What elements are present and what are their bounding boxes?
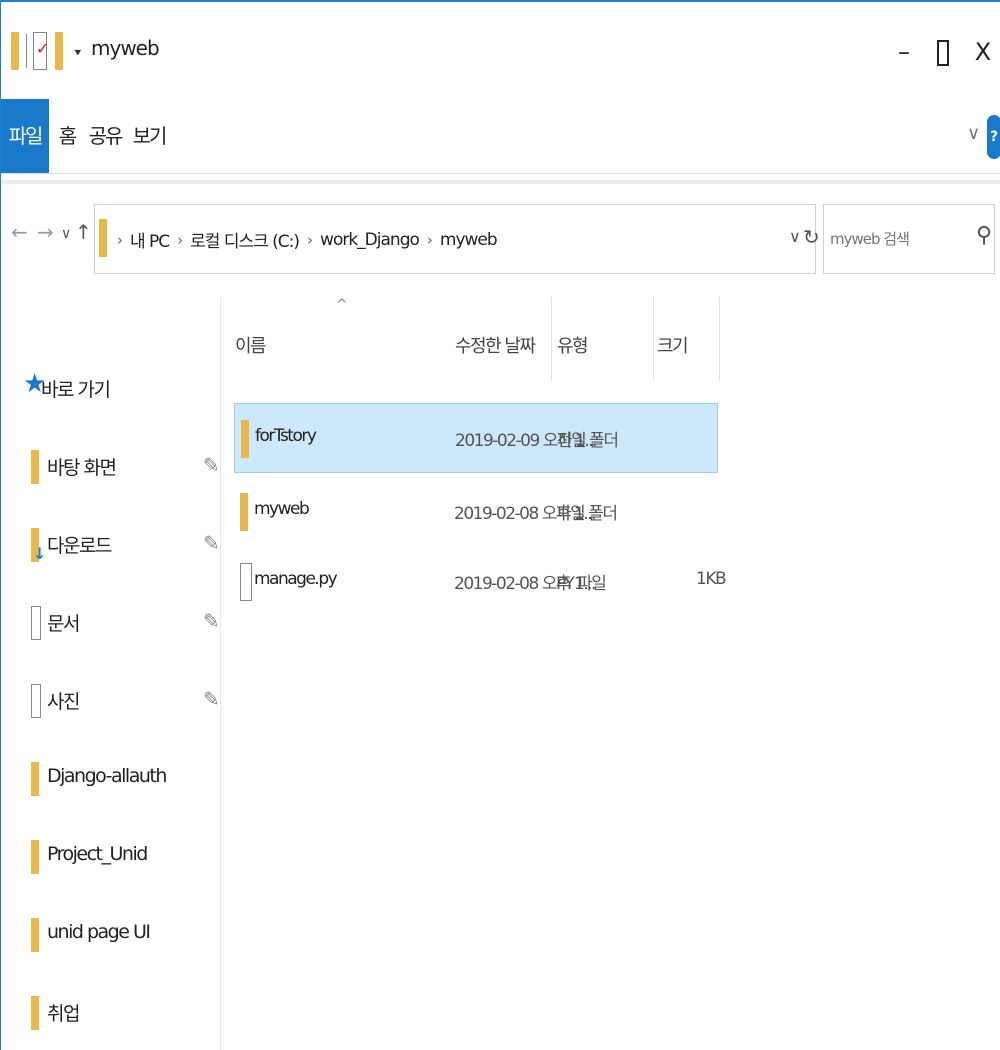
- column-header-size[interactable]: 크기: [657, 332, 689, 358]
- expand-ribbon-button[interactable]: ∨: [967, 123, 980, 144]
- column-header-modified[interactable]: 수정한 날짜: [455, 332, 536, 358]
- back-button[interactable]: ←: [11, 220, 28, 244]
- column-header-name[interactable]: 이름: [235, 332, 267, 358]
- file-row-fortstory[interactable]: forTstory 2019-02-09 오전 1... 파일 폴더: [234, 403, 718, 473]
- pin-icon[interactable]: ✎: [203, 453, 220, 477]
- chevron-right-icon[interactable]: ›: [427, 231, 433, 249]
- tab-share[interactable]: 공유: [87, 99, 124, 173]
- sort-ascending-icon: ^: [336, 297, 348, 313]
- picture-icon: [31, 684, 41, 718]
- file-type: 파일 폴더: [556, 504, 618, 524]
- sidebar-item-downloads[interactable]: ↓ 다운로드 ✎: [27, 525, 220, 565]
- folder-icon: [31, 762, 39, 796]
- folder-icon: [240, 493, 248, 531]
- properties-icon[interactable]: ✓: [33, 32, 49, 70]
- file-row-manage-py[interactable]: manage.py 2019-02-08 오후 1... PY 파일 1KB: [234, 547, 727, 617]
- breadcrumb-this-pc[interactable]: 내 PC: [130, 227, 170, 252]
- forward-button[interactable]: →: [37, 220, 54, 244]
- file-row-myweb[interactable]: myweb 2019-02-08 오후 1... 파일 폴더: [234, 477, 718, 547]
- file-type: PY 파일: [556, 574, 607, 594]
- sidebar-item-label: 문서: [47, 613, 80, 635]
- sidebar-item-employment[interactable]: 취업: [27, 993, 217, 1033]
- download-folder-icon: ↓: [31, 528, 46, 563]
- breadcrumb: › 내 PC › 로컬 디스크 (C:) › work_Django › myw…: [117, 227, 498, 253]
- pin-icon[interactable]: ✎: [203, 531, 220, 555]
- file-explorer-window: ✓ ⯆ myweb – X 파일 홈 공유 보기 ∨ ? ← → ∨ ↑ › 내…: [0, 0, 1000, 1050]
- search-input[interactable]: [830, 225, 970, 253]
- sidebar-item-pictures[interactable]: 사진 ✎: [27, 681, 220, 721]
- chevron-right-icon[interactable]: ›: [177, 231, 183, 249]
- sidebar-item-label: 사진: [47, 691, 80, 713]
- tab-home[interactable]: 홈: [53, 99, 81, 173]
- file-name: myweb: [254, 499, 310, 519]
- folder-icon: [31, 840, 39, 874]
- separator: [26, 34, 27, 68]
- sidebar-item-label: 바탕 화면: [47, 457, 117, 479]
- sidebar-item-desktop[interactable]: 바탕 화면 ✎: [27, 447, 220, 487]
- close-button[interactable]: X: [963, 32, 1000, 72]
- ribbon: 파일 홈 공유 보기 ∨ ?: [1, 99, 1000, 174]
- window-title: myweb: [91, 36, 160, 60]
- tab-file[interactable]: 파일: [1, 99, 49, 173]
- quick-access-toolbar-dropdown[interactable]: ⯆: [73, 46, 83, 61]
- tab-view[interactable]: 보기: [131, 99, 168, 173]
- sidebar-item-django-allauth[interactable]: Django-allauth: [27, 759, 217, 799]
- folder-icon: [99, 219, 107, 257]
- navigation-pane: ★ 바로 가기 바탕 화면 ✎ ↓ 다운로드 ✎ 문서 ✎ 사진 ✎ Djang…: [1, 297, 221, 1050]
- folder-icon: [31, 996, 39, 1030]
- column-divider[interactable]: [653, 297, 654, 381]
- navigation-bar: ← → ∨ ↑ › 내 PC › 로컬 디스크 (C:) › work_Djan…: [1, 202, 1000, 277]
- minimize-button[interactable]: –: [884, 32, 924, 72]
- sidebar-item-label: 다운로드: [47, 535, 112, 557]
- breadcrumb-local-disk[interactable]: 로컬 디스크 (C:): [190, 227, 300, 252]
- sidebar-item-quick-access[interactable]: ★ 바로 가기: [23, 369, 217, 409]
- sidebar-item-label: 바로 가기: [41, 379, 111, 401]
- pin-icon[interactable]: ✎: [203, 687, 220, 711]
- desktop-folder-icon: [31, 450, 39, 484]
- breadcrumb-work-django[interactable]: work_Django: [320, 230, 420, 250]
- column-headers: ^ 이름 수정한 날짜 유형 크기: [221, 297, 721, 382]
- sidebar-item-label: 취업: [47, 1003, 80, 1025]
- refresh-button[interactable]: ↻: [803, 225, 820, 249]
- column-divider[interactable]: [551, 297, 552, 381]
- sidebar-item-unid-page-ui[interactable]: unid page UI: [27, 915, 217, 955]
- chevron-right-icon[interactable]: ›: [307, 231, 313, 249]
- maximize-icon: [937, 40, 949, 66]
- folder-icon[interactable]: [11, 32, 19, 70]
- sidebar-item-documents[interactable]: 문서 ✎: [27, 603, 220, 643]
- sidebar-item-label: Project_Unid: [47, 843, 148, 865]
- sidebar-item-label: unid page UI: [47, 921, 151, 943]
- sidebar-item-project-unid[interactable]: Project_Unid: [27, 837, 217, 877]
- recent-locations-button[interactable]: ∨: [61, 226, 71, 242]
- folder-icon: [31, 918, 39, 952]
- column-divider[interactable]: [719, 297, 720, 381]
- file-name: manage.py: [254, 569, 338, 589]
- maximize-button[interactable]: [923, 32, 963, 72]
- breadcrumb-myweb[interactable]: myweb: [440, 230, 498, 250]
- divider: [1, 180, 1000, 184]
- address-dropdown-button[interactable]: ∨: [789, 227, 801, 246]
- file-name: forTstory: [255, 426, 317, 446]
- address-bar[interactable]: › 내 PC › 로컬 디스크 (C:) › work_Django › myw…: [94, 204, 820, 274]
- help-icon[interactable]: ?: [987, 115, 1000, 159]
- file-icon: [240, 563, 252, 601]
- search-box[interactable]: ⚲: [823, 204, 995, 274]
- up-button[interactable]: ↑: [75, 220, 92, 244]
- chevron-right-icon[interactable]: ›: [117, 231, 123, 249]
- sidebar-item-label: Django-allauth: [47, 765, 167, 787]
- new-folder-icon[interactable]: [55, 32, 63, 70]
- file-type: 파일 폴더: [557, 431, 619, 451]
- title-bar: ✓ ⯆ myweb – X: [1, 2, 1000, 102]
- search-icon[interactable]: ⚲: [976, 223, 992, 248]
- folder-icon: [241, 420, 249, 458]
- document-icon: [31, 606, 41, 640]
- pin-icon[interactable]: ✎: [203, 609, 220, 633]
- file-size: 1KB: [696, 569, 727, 589]
- column-header-type[interactable]: 유형: [557, 332, 589, 358]
